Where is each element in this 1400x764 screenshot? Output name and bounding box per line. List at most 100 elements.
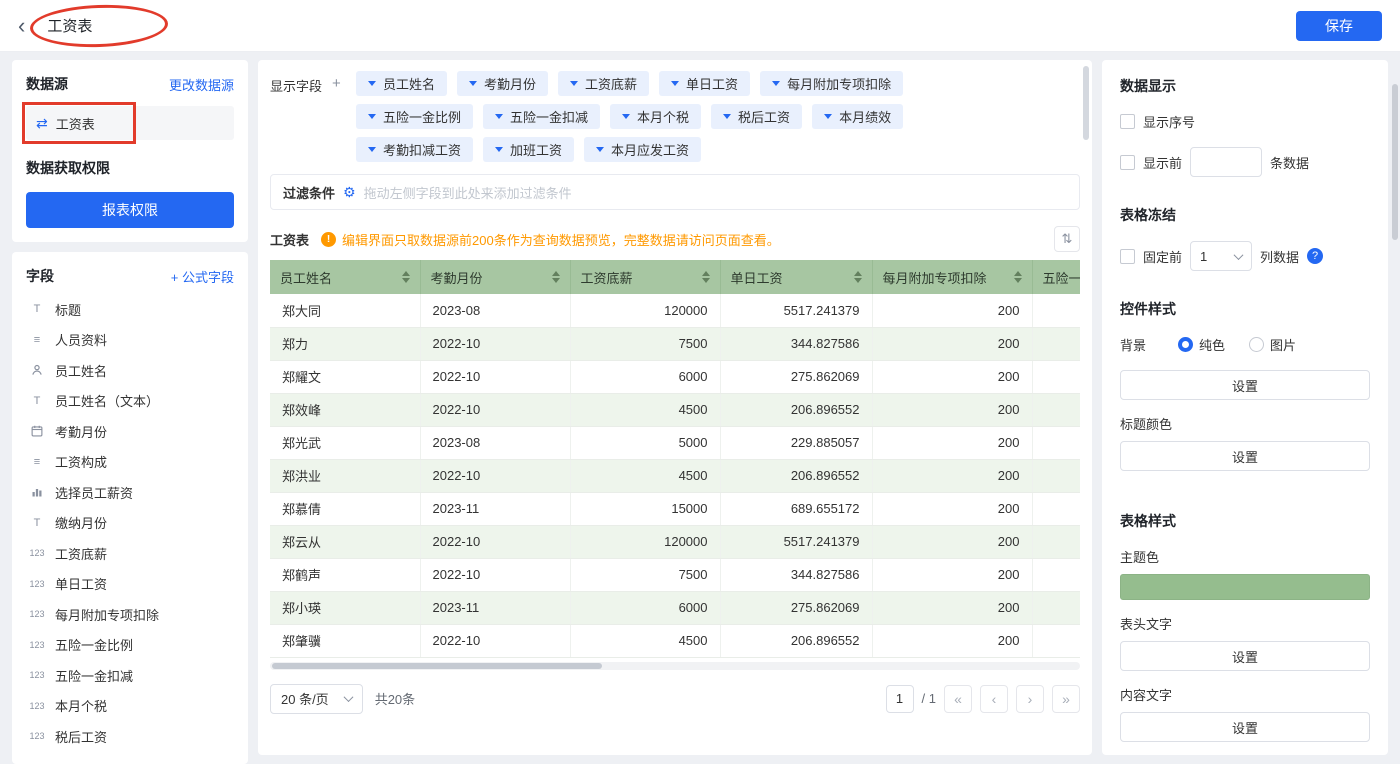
theme-color-swatch[interactable] [1120,574,1370,600]
field-item[interactable]: T员工姓名（文本） [26,386,234,417]
number-icon: 123 [28,701,46,711]
bg-solid-option[interactable]: 纯色 [1178,335,1225,354]
help-icon[interactable]: ? [1307,248,1323,264]
table-sort-button[interactable]: ⇅ [1054,226,1080,252]
display-field-chip[interactable]: 本月个税 [610,104,701,129]
page-size-select[interactable]: 20 条/页 [270,684,363,714]
page-scrollbar-thumb[interactable] [1392,84,1398,240]
display-field-chip[interactable]: 加班工资 [483,137,574,162]
freeze-count-select[interactable]: 1 [1190,241,1252,271]
back-icon[interactable]: ‹ [18,15,25,37]
vertical-scrollbar-thumb[interactable] [1083,66,1089,140]
table-cell: 7500 [570,327,720,360]
field-item[interactable]: 123五险一金比例 [26,630,234,661]
field-item[interactable]: T标题 [26,294,234,325]
table-cell: 200 [872,558,1032,591]
display-field-chip[interactable]: 本月绩效 [812,104,903,129]
display-field-chip[interactable]: 员工姓名 [356,71,447,96]
field-item[interactable]: 123 本月个税 [26,691,234,722]
column-header[interactable]: 五险一金 [1032,260,1080,294]
formula-field-link[interactable]: + 公式字段 [171,267,234,286]
field-item[interactable]: 123五险一金扣减 [26,660,234,691]
sort-icon[interactable] [854,271,862,283]
header-text-settings-button[interactable]: 设置 [1120,641,1370,671]
display-field-chip[interactable]: 工资底薪 [558,71,649,96]
chevron-down-icon [622,114,630,119]
display-field-chip[interactable]: 税后工资 [711,104,802,129]
last-page-button[interactable]: » [1052,685,1080,713]
table-wrap: 员工姓名考勤月份工资底薪单日工资每月附加专项扣除五险一金郑大同2023-0812… [270,260,1080,658]
table-cell: 200 [872,360,1032,393]
column-header[interactable]: 员工姓名 [270,260,420,294]
field-item[interactable]: ≡工资构成 [26,447,234,478]
report-permission-button[interactable]: 报表权限 [26,192,234,228]
sort-icon[interactable] [402,271,410,283]
gear-icon[interactable]: ⚙ [343,184,356,201]
fields-panel: 字段 + 公式字段 T标题≡人员资料员工姓名T员工姓名（文本）考勤月份≡工资构成… [12,252,248,764]
horizontal-scrollbar-thumb[interactable] [272,663,602,669]
first-page-button[interactable]: « [944,685,972,713]
radio-checked-icon[interactable] [1178,337,1193,352]
datasource-item[interactable]: ⇄ 工资表 [26,106,234,140]
field-item[interactable]: T缴纳月份 [26,508,234,539]
show-index-checkbox[interactable] [1120,114,1135,129]
sort-icon[interactable] [1014,271,1022,283]
table-cell: 6000 [570,591,720,624]
show-index-row: 显示序号 [1120,112,1370,131]
display-field-chip[interactable]: 五险一金扣减 [483,104,600,129]
chip-label: 五险一金扣减 [510,107,588,126]
filter-conditions-bar[interactable]: 过滤条件 ⚙ 拖动左侧字段到此处来添加过滤条件 [270,174,1080,210]
field-item[interactable]: 考勤月份 [26,416,234,447]
field-item[interactable]: 员工姓名 [26,355,234,386]
freeze-checkbox[interactable] [1120,249,1135,264]
column-header[interactable]: 每月附加专项扣除 [872,260,1032,294]
display-field-chip[interactable]: 考勤月份 [457,71,548,96]
column-header[interactable]: 考勤月份 [420,260,570,294]
column-header[interactable]: 单日工资 [720,260,872,294]
table-cell: 200 [872,294,1032,327]
field-item[interactable]: 123每月附加专项扣除 [26,599,234,630]
sort-icon[interactable] [702,271,710,283]
field-item[interactable]: 123单日工资 [26,569,234,600]
display-field-chip[interactable]: 每月附加专项扣除 [760,71,903,96]
current-page-input[interactable]: 1 [886,685,914,713]
field-item[interactable]: ≡人员资料 [26,325,234,356]
calendar-icon [28,425,46,437]
chip-label: 员工姓名 [383,74,435,93]
table-row: 郑鹤声2022-107500344.827586200 [270,558,1080,591]
chevron-down-icon [368,114,376,119]
field-item[interactable]: 123税后工资 [26,721,234,752]
title-color-settings-button[interactable]: 设置 [1120,441,1370,471]
sort-icon[interactable] [552,271,560,283]
prev-page-button[interactable]: ‹ [980,685,1008,713]
section-icon: ≡ [28,456,46,468]
field-item[interactable]: 选择员工薪资 [26,477,234,508]
field-label: 员工姓名 [55,361,107,380]
table-row: 郑云从2022-101200005517.241379200 [270,525,1080,558]
display-field-chip[interactable]: 考勤扣减工资 [356,137,473,162]
show-first-checkbox[interactable] [1120,155,1135,170]
column-header[interactable]: 工资底薪 [570,260,720,294]
background-settings-button[interactable]: 设置 [1120,370,1370,400]
preview-table: 员工姓名考勤月份工资底薪单日工资每月附加专项扣除五险一金郑大同2023-0812… [270,260,1080,658]
change-datasource-link[interactable]: 更改数据源 [169,75,234,94]
show-first-count-input[interactable] [1190,147,1262,177]
table-cell: 4500 [570,459,720,492]
add-field-icon[interactable]: + [332,76,341,91]
field-label: 税后工资 [55,727,107,746]
table-row: 郑力2022-107500344.827586200 [270,327,1080,360]
table-cell: 120000 [570,294,720,327]
field-label: 本月个税 [55,696,107,715]
display-field-chip[interactable]: 五险一金比例 [356,104,473,129]
radio-icon[interactable] [1249,337,1264,352]
next-page-button[interactable]: › [1016,685,1044,713]
content-text-settings-button[interactable]: 设置 [1120,712,1370,742]
bg-image-option[interactable]: 图片 [1249,335,1296,354]
table-cell: 2023-11 [420,591,570,624]
save-button[interactable]: 保存 [1296,11,1382,41]
horizontal-scrollbar[interactable] [270,662,1080,670]
display-field-chip[interactable]: 本月应发工资 [584,137,701,162]
field-item[interactable]: 123工资底薪 [26,538,234,569]
show-index-label: 显示序号 [1143,112,1195,131]
display-field-chip[interactable]: 单日工资 [659,71,750,96]
